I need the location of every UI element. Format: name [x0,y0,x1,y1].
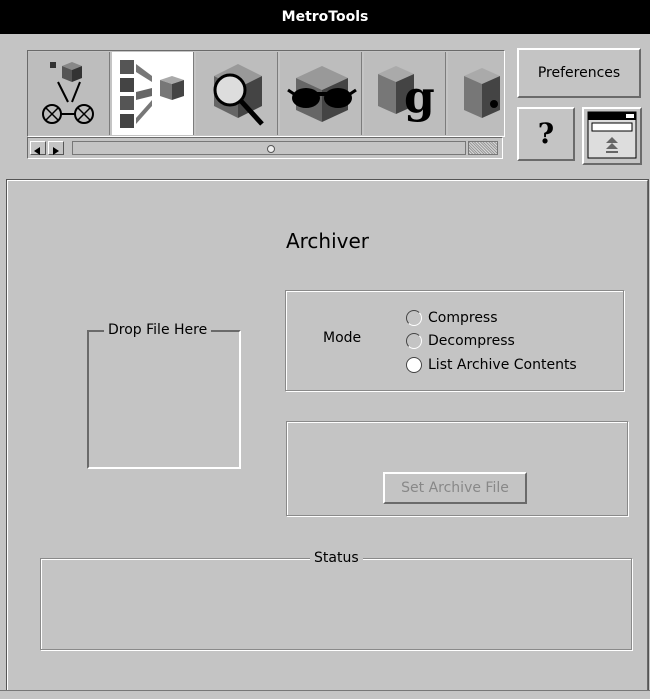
g-icon: g [378,66,435,123]
arrow-right-icon [53,147,59,155]
mode-label: Mode [323,330,362,346]
archiver-icon [120,60,184,128]
scroll-right-button[interactable] [48,141,64,155]
help-button[interactable]: ? [517,107,575,161]
window-toggle-button[interactable] [582,107,642,165]
tool-g[interactable]: g [364,52,446,135]
window-toggle-icon [587,111,637,159]
cube-icon [464,68,500,118]
window-title: MetroTools [281,9,369,25]
radio-list-contents[interactable] [406,357,422,373]
help-label: ? [537,117,555,150]
tool-sunglasses[interactable] [280,52,362,135]
panel-title: Archiver [285,229,370,253]
mode-option-compress[interactable]: Compress [406,308,498,328]
tool-archiver[interactable] [112,52,194,135]
preferences-label: Preferences [537,65,621,81]
tool-robot[interactable] [28,52,110,135]
arrow-left-icon [34,147,40,155]
mode-option-label: List Archive Contents [428,357,577,373]
mode-option-label: Decompress [428,333,515,349]
mode-option-label: Compress [428,310,498,326]
status-label: Status [310,550,363,566]
tool-cube[interactable] [448,52,504,135]
mode-option-decompress[interactable]: Decompress [406,331,515,351]
scroll-left-button[interactable] [30,141,46,155]
set-archive-file-label: Set Archive File [401,480,509,496]
tool-scrollbar[interactable] [27,137,503,159]
title-bar: MetroTools [0,0,650,34]
status-box [40,558,632,650]
scroll-trough[interactable] [72,141,466,155]
tool-strip: g [27,50,505,137]
drop-zone[interactable] [87,330,241,469]
scroll-thumb[interactable] [267,145,275,153]
svg-text:g: g [404,72,435,123]
set-archive-file-button[interactable]: Set Archive File [383,472,527,504]
preferences-button[interactable]: Preferences [517,48,641,98]
drop-zone-label: Drop File Here [104,322,212,338]
mode-option-list-contents[interactable]: List Archive Contents [406,355,577,375]
radio-compress[interactable] [406,310,422,326]
scroll-end-hatch [468,141,498,155]
robot-icon [42,62,94,124]
sunglasses-icon [287,66,357,122]
tool-search[interactable] [196,52,278,135]
magnifier-icon [213,64,264,126]
radio-decompress[interactable] [406,333,422,349]
